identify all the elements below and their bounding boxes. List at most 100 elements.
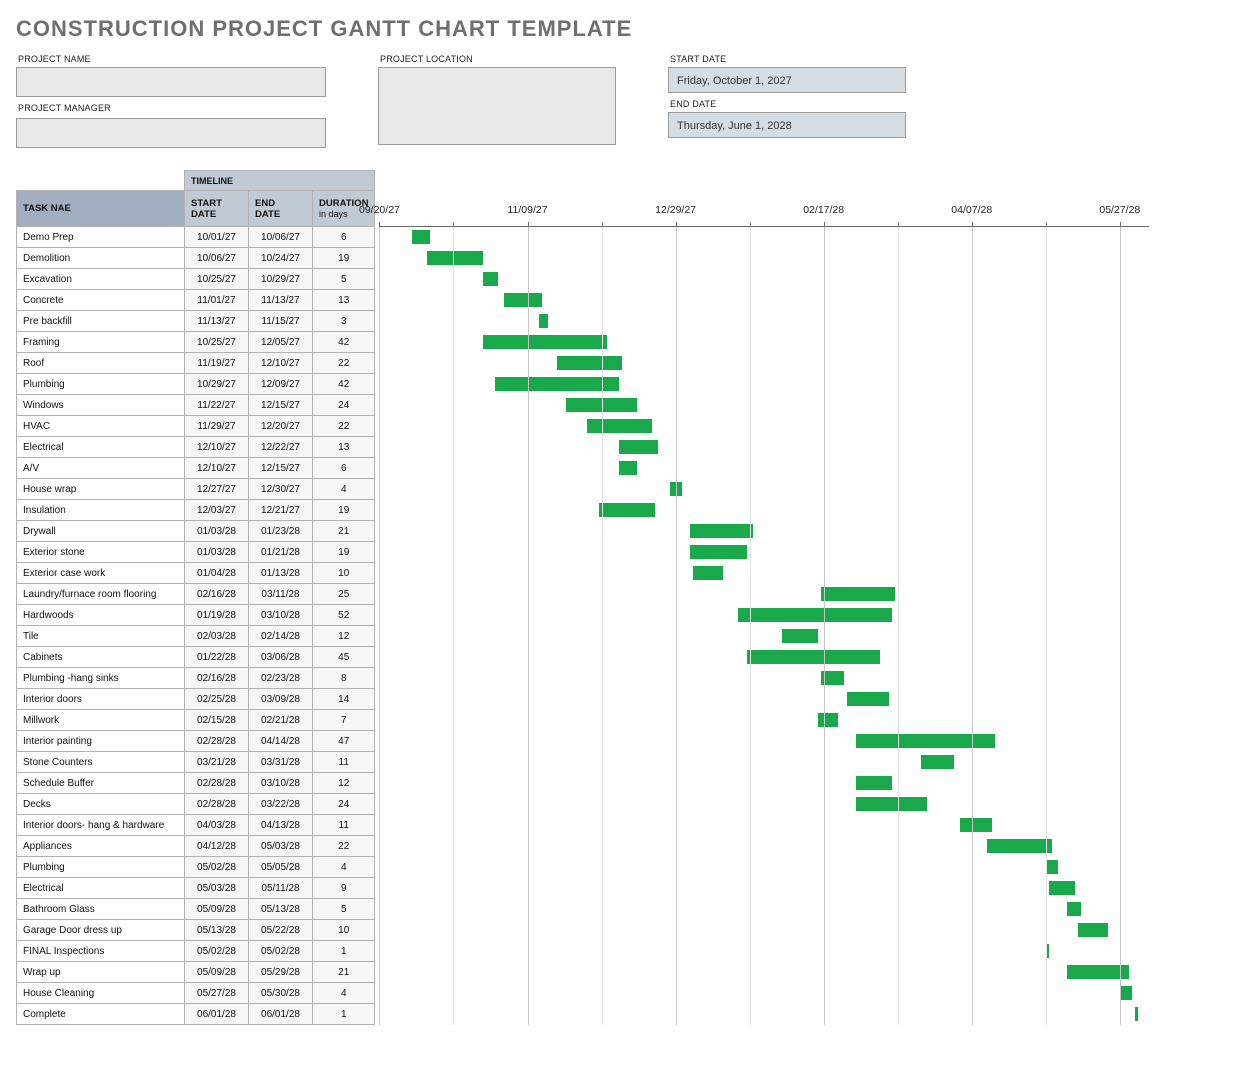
table-row[interactable]: Stone Counters03/21/2803/31/2811 <box>17 752 375 773</box>
task-start-cell[interactable]: 01/04/28 <box>185 563 249 584</box>
task-end-cell[interactable]: 11/13/27 <box>249 290 313 311</box>
table-row[interactable]: Demo Prep10/01/2710/06/276 <box>17 227 375 248</box>
task-name-cell[interactable]: Insulation <box>17 500 185 521</box>
task-name-cell[interactable]: Plumbing -hang sinks <box>17 668 185 689</box>
task-dur-cell[interactable]: 11 <box>313 815 375 836</box>
table-row[interactable]: Concrete11/01/2711/13/2713 <box>17 290 375 311</box>
task-end-cell[interactable]: 01/23/28 <box>249 521 313 542</box>
task-start-cell[interactable]: 06/01/28 <box>185 1004 249 1025</box>
task-name-cell[interactable]: Hardwoods <box>17 605 185 626</box>
task-dur-cell[interactable]: 13 <box>313 437 375 458</box>
task-end-cell[interactable]: 10/06/27 <box>249 227 313 248</box>
task-dur-cell[interactable]: 21 <box>313 521 375 542</box>
task-start-cell[interactable]: 05/03/28 <box>185 878 249 899</box>
task-name-cell[interactable]: Exterior case work <box>17 563 185 584</box>
table-row[interactable]: Schedule Buffer02/28/2803/10/2812 <box>17 773 375 794</box>
task-end-cell[interactable]: 05/03/28 <box>249 836 313 857</box>
task-dur-cell[interactable]: 24 <box>313 395 375 416</box>
gantt-bar[interactable] <box>1046 860 1058 874</box>
task-dur-cell[interactable]: 7 <box>313 710 375 731</box>
task-start-cell[interactable]: 11/29/27 <box>185 416 249 437</box>
task-end-cell[interactable]: 03/22/28 <box>249 794 313 815</box>
task-start-cell[interactable]: 11/22/27 <box>185 395 249 416</box>
table-row[interactable]: Complete06/01/2806/01/281 <box>17 1004 375 1025</box>
task-name-cell[interactable]: Concrete <box>17 290 185 311</box>
task-dur-cell[interactable]: 6 <box>313 458 375 479</box>
task-dur-cell[interactable]: 5 <box>313 269 375 290</box>
task-dur-cell[interactable]: 4 <box>313 857 375 878</box>
task-start-cell[interactable]: 11/19/27 <box>185 353 249 374</box>
gantt-bar[interactable] <box>782 629 818 643</box>
task-end-cell[interactable]: 10/29/27 <box>249 269 313 290</box>
task-start-cell[interactable]: 12/10/27 <box>185 458 249 479</box>
table-row[interactable]: Demolition10/06/2710/24/2719 <box>17 248 375 269</box>
gantt-bar[interactable] <box>856 734 995 748</box>
task-dur-cell[interactable]: 47 <box>313 731 375 752</box>
task-end-cell[interactable]: 04/14/28 <box>249 731 313 752</box>
task-dur-cell[interactable]: 22 <box>313 416 375 437</box>
task-end-cell[interactable]: 05/22/28 <box>249 920 313 941</box>
table-row[interactable]: Plumbing10/29/2712/09/2742 <box>17 374 375 395</box>
table-row[interactable]: Electrical05/03/2805/11/289 <box>17 878 375 899</box>
task-start-cell[interactable]: 02/16/28 <box>185 584 249 605</box>
task-name-cell[interactable]: Laundry/furnace room flooring <box>17 584 185 605</box>
task-end-cell[interactable]: 02/23/28 <box>249 668 313 689</box>
task-name-cell[interactable]: Decks <box>17 794 185 815</box>
task-end-cell[interactable]: 10/24/27 <box>249 248 313 269</box>
task-start-cell[interactable]: 10/25/27 <box>185 332 249 353</box>
task-name-cell[interactable]: Demolition <box>17 248 185 269</box>
task-start-cell[interactable]: 10/01/27 <box>185 227 249 248</box>
task-start-cell[interactable]: 02/28/28 <box>185 731 249 752</box>
task-end-cell[interactable]: 01/13/28 <box>249 563 313 584</box>
gantt-bar[interactable] <box>690 545 746 559</box>
task-start-cell[interactable]: 01/03/28 <box>185 542 249 563</box>
gantt-bar[interactable] <box>427 251 483 265</box>
table-row[interactable]: Millwork02/15/2802/21/287 <box>17 710 375 731</box>
task-end-cell[interactable]: 01/21/28 <box>249 542 313 563</box>
table-row[interactable]: Interior doors- hang & hardware04/03/280… <box>17 815 375 836</box>
task-name-cell[interactable]: House Cleaning <box>17 983 185 1004</box>
task-start-cell[interactable]: 10/06/27 <box>185 248 249 269</box>
gantt-bar[interactable] <box>856 797 927 811</box>
task-end-cell[interactable]: 12/20/27 <box>249 416 313 437</box>
task-end-cell[interactable]: 05/30/28 <box>249 983 313 1004</box>
task-dur-cell[interactable]: 5 <box>313 899 375 920</box>
task-dur-cell[interactable]: 42 <box>313 374 375 395</box>
task-dur-cell[interactable]: 21 <box>313 962 375 983</box>
gantt-bar[interactable] <box>557 356 622 370</box>
task-name-cell[interactable]: Interior painting <box>17 731 185 752</box>
task-name-cell[interactable]: Bathroom Glass <box>17 899 185 920</box>
task-start-cell[interactable]: 11/01/27 <box>185 290 249 311</box>
start-date-input[interactable]: Friday, October 1, 2027 <box>668 67 906 93</box>
table-row[interactable]: Hardwoods01/19/2803/10/2852 <box>17 605 375 626</box>
task-end-cell[interactable]: 05/29/28 <box>249 962 313 983</box>
task-start-cell[interactable]: 12/27/27 <box>185 479 249 500</box>
task-name-cell[interactable]: Complete <box>17 1004 185 1025</box>
task-dur-cell[interactable]: 11 <box>313 752 375 773</box>
task-end-cell[interactable]: 02/21/28 <box>249 710 313 731</box>
gantt-bar[interactable] <box>539 314 548 328</box>
gantt-bar[interactable] <box>1078 923 1108 937</box>
task-name-cell[interactable]: Tile <box>17 626 185 647</box>
table-row[interactable]: Interior painting02/28/2804/14/2847 <box>17 731 375 752</box>
table-row[interactable]: Decks02/28/2803/22/2824 <box>17 794 375 815</box>
task-start-cell[interactable]: 02/25/28 <box>185 689 249 710</box>
task-name-cell[interactable]: Windows <box>17 395 185 416</box>
task-name-cell[interactable]: Excavation <box>17 269 185 290</box>
table-row[interactable]: Appliances04/12/2805/03/2822 <box>17 836 375 857</box>
gantt-bar[interactable] <box>1067 902 1082 916</box>
table-row[interactable]: Pre backfill11/13/2711/15/273 <box>17 311 375 332</box>
task-dur-cell[interactable]: 12 <box>313 626 375 647</box>
task-start-cell[interactable]: 05/09/28 <box>185 899 249 920</box>
task-name-cell[interactable]: Drywall <box>17 521 185 542</box>
gantt-bar[interactable] <box>818 713 839 727</box>
task-start-cell[interactable]: 05/09/28 <box>185 962 249 983</box>
gantt-bar[interactable] <box>847 692 888 706</box>
gantt-bar[interactable] <box>821 587 895 601</box>
task-start-cell[interactable]: 01/19/28 <box>185 605 249 626</box>
task-start-cell[interactable]: 05/27/28 <box>185 983 249 1004</box>
gantt-bar[interactable] <box>619 440 658 454</box>
task-name-cell[interactable]: Roof <box>17 353 185 374</box>
task-start-cell[interactable]: 05/02/28 <box>185 941 249 962</box>
task-end-cell[interactable]: 05/11/28 <box>249 878 313 899</box>
